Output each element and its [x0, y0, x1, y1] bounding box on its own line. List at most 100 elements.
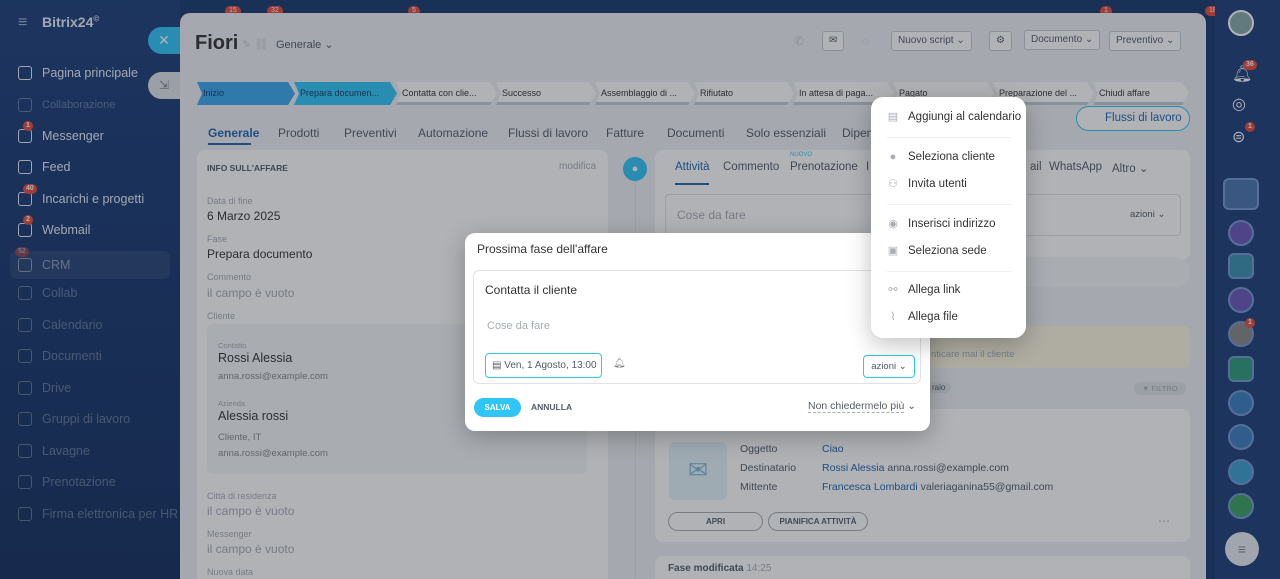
- task-description-input[interactable]: Cose da fare: [487, 320, 550, 332]
- timeline-tab-underline: [675, 183, 709, 185]
- company-email[interactable]: anna.rossi@example.com: [218, 448, 328, 459]
- timeline-tab-partial[interactable]: I: [866, 161, 869, 173]
- chat-icon[interactable]: ⊜: [1232, 127, 1245, 147]
- right-app-5[interactable]: [1228, 356, 1254, 382]
- sender-label: Mittente: [740, 481, 778, 493]
- sidebar-item-collab[interactable]: Collab: [18, 282, 77, 304]
- modal-actions-dropdown[interactable]: azioni ⌄: [863, 355, 915, 378]
- cancel-button[interactable]: ANNULLA: [531, 402, 572, 412]
- deadline-picker[interactable]: ▤ Ven, 1 Agosto, 13:00: [485, 353, 602, 378]
- document-button[interactable]: Documento ⌄: [1024, 30, 1101, 50]
- settings-button[interactable]: ⚙: [989, 31, 1012, 51]
- sidebar-item-messenger[interactable]: Messenger 1: [18, 121, 104, 147]
- sidebar-item-crm[interactable]: CRM 52: [10, 247, 170, 279]
- tab-preventivi[interactable]: Preventivi: [344, 126, 397, 140]
- workflow-button[interactable]: Flussi di lavoro: [1076, 106, 1190, 131]
- quote-button[interactable]: Preventivo ⌄: [1109, 31, 1182, 51]
- tab-flussi-di-lavoro[interactable]: Flussi di lavoro: [508, 126, 588, 140]
- task-title-input[interactable]: Contatta il cliente: [485, 283, 577, 297]
- menu-item-label: Invita utenti: [908, 178, 967, 190]
- open-button[interactable]: APRI: [668, 512, 763, 531]
- reminder-bell-icon[interactable]: 🔔︎: [613, 358, 626, 369]
- sidebar-item-firma-elettronica-per-hr[interactable]: Firma elettronica per HR: [18, 503, 178, 525]
- edit-link[interactable]: modifica: [559, 161, 596, 172]
- right-app-7[interactable]: [1228, 424, 1254, 450]
- menu-item-insert-address[interactable]: ◉ Inserisci indirizzo: [887, 218, 995, 230]
- menu-item-select-location[interactable]: ▣ Seleziona sede: [887, 245, 987, 257]
- sidebar-item-calendario[interactable]: Calendario: [18, 314, 102, 336]
- sidebar-item-drive[interactable]: Drive: [18, 377, 71, 399]
- category-select[interactable]: Generale ⌄: [276, 38, 334, 51]
- sidebar-item-feed[interactable]: Feed: [18, 156, 71, 178]
- timeline-tab-comment[interactable]: Commento: [723, 161, 779, 173]
- company-name[interactable]: Alessia rossi: [218, 409, 288, 423]
- recipient-value[interactable]: Rossi Alessia anna.rossi@example.com: [822, 462, 1009, 474]
- timeline-tab-booking[interactable]: Prenotazione: [790, 161, 858, 173]
- sidebar-item-lavagne[interactable]: Lavagne: [18, 440, 90, 462]
- dont-ask-again-link[interactable]: Non chiedermelo più ⌄: [808, 400, 916, 413]
- sidebar-item-webmail[interactable]: Webmail 2: [18, 215, 90, 241]
- timeline-tab-whatsapp[interactable]: WhatsApp: [1049, 161, 1102, 173]
- right-app-9[interactable]: [1228, 493, 1254, 519]
- tab-generale[interactable]: Generale: [208, 126, 259, 140]
- menu-item-add-calendar[interactable]: ▤ Aggiungi al calendario: [887, 111, 1021, 123]
- user-avatar[interactable]: [1228, 10, 1254, 36]
- menu-item-invite-users[interactable]: ⚇ Invita utenti: [887, 178, 967, 190]
- app-logo[interactable]: Bitrix24©: [42, 14, 99, 30]
- more-apps-button[interactable]: ≡: [1225, 532, 1259, 566]
- tab-dipen[interactable]: Dipen: [842, 126, 873, 140]
- right-app-3[interactable]: [1228, 287, 1254, 313]
- menu-item-attach-link[interactable]: ⚯ Allega link: [887, 284, 960, 296]
- timeline-tab-mail[interactable]: ail: [1030, 161, 1042, 173]
- pipeline-stage[interactable]: Rifiutato: [694, 82, 794, 105]
- right-app-1[interactable]: [1228, 220, 1254, 246]
- pipeline-stage[interactable]: Inizio: [197, 82, 295, 105]
- sidebar-item-prenotazione[interactable]: Prenotazione: [18, 471, 116, 493]
- plan-activity-button[interactable]: PIANIFICA ATTIVITÀ: [768, 512, 868, 531]
- pipeline-stage[interactable]: Chiudi affare: [1093, 82, 1189, 105]
- home-icon: [18, 66, 32, 80]
- phone-icon[interactable]: ✆: [794, 34, 804, 48]
- pipeline-stage[interactable]: Contatta con clie...: [396, 82, 497, 105]
- timeline-tab-more[interactable]: Altro ⌄: [1112, 161, 1149, 175]
- minimize-slider-button[interactable]: ⇲: [148, 72, 180, 99]
- sidebar-item-label: Collaborazione: [42, 99, 116, 111]
- bookmark-button[interactable]: [1223, 178, 1259, 210]
- new-script-button[interactable]: Nuovo script ⌄: [891, 31, 972, 51]
- subject-value[interactable]: Ciao: [822, 443, 844, 455]
- sidebar-item-documenti[interactable]: Documenti: [18, 345, 102, 367]
- tab-prodotti[interactable]: Prodotti: [278, 126, 319, 140]
- tab-fatture[interactable]: Fatture: [606, 126, 644, 140]
- right-app-2[interactable]: [1228, 253, 1254, 279]
- edit-title-icon[interactable]: ✎ ⛓: [242, 38, 268, 51]
- sidebar-item-gruppi-di-lavoro[interactable]: Gruppi di lavoro: [18, 408, 130, 430]
- contact-email[interactable]: anna.rossi@example.com: [218, 371, 328, 382]
- right-app-6[interactable]: [1228, 390, 1254, 416]
- tab-solo-essenziali[interactable]: Solo essenziali: [746, 126, 826, 140]
- sender-value[interactable]: Francesca Lombardi valeriaganina55@gmail…: [822, 481, 1053, 493]
- target-icon[interactable]: ◎: [1232, 94, 1246, 114]
- timeline-actions[interactable]: azioni ⌄: [1130, 209, 1165, 220]
- contact-name[interactable]: Rossi Alessia: [218, 351, 292, 365]
- menu-icon[interactable]: ≡: [18, 14, 27, 32]
- pipeline-stage[interactable]: Successo: [496, 82, 596, 105]
- sidebar-item-collaborazione[interactable]: Collaborazione: [18, 94, 115, 116]
- more-icon[interactable]: ⋯: [1158, 514, 1170, 528]
- sidebar-item-pagina-principale[interactable]: Pagina principale: [18, 62, 138, 84]
- timeline-tab-activity[interactable]: Attività: [675, 161, 710, 173]
- tab-documenti[interactable]: Documenti: [667, 126, 724, 140]
- messenger-value: il campo è vuoto: [207, 542, 295, 556]
- save-button[interactable]: SALVA: [474, 398, 521, 417]
- right-app-8[interactable]: [1228, 459, 1254, 485]
- sidebar-item-incarichi-e-progetti[interactable]: Incarichi e progetti 40: [18, 184, 144, 210]
- filter-button[interactable]: ▼ FILTRO: [1134, 382, 1186, 395]
- close-slider-button[interactable]: ✕: [148, 27, 180, 54]
- menu-item-attach-file[interactable]: ⌇ Allega file: [887, 311, 958, 323]
- mail-button[interactable]: ✉: [822, 31, 845, 51]
- pipeline-stage[interactable]: Prepara documen...: [294, 82, 397, 105]
- chat-circle-icon[interactable]: ◌: [862, 34, 869, 48]
- menu-item-select-client[interactable]: ● Seleziona cliente: [887, 151, 995, 163]
- pipeline-stage[interactable]: Assemblaggio di ...: [595, 82, 695, 105]
- boards-icon: [18, 444, 32, 458]
- tab-automazione[interactable]: Automazione: [418, 126, 488, 140]
